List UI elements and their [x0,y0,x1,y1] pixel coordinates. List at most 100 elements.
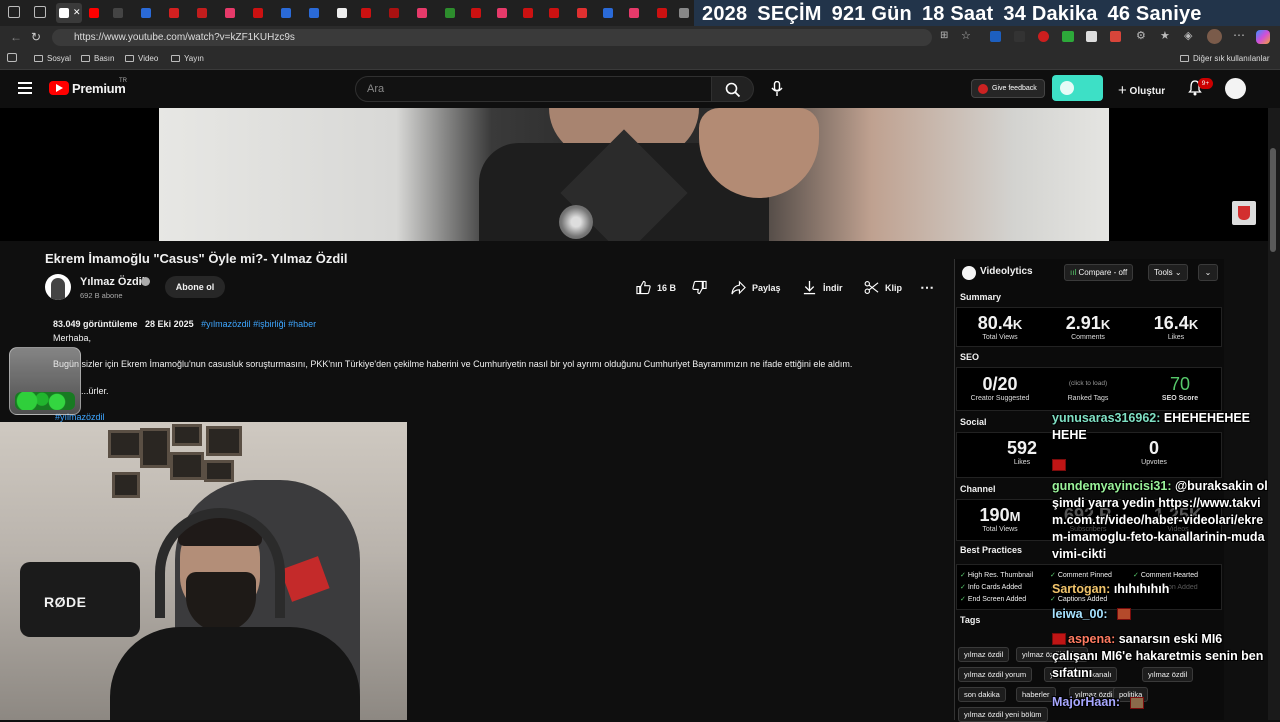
tab-favicon[interactable] [442,3,459,23]
youtube-logo-icon[interactable] [49,81,69,95]
tab-favicon[interactable] [222,3,239,23]
tab-favicon[interactable] [306,3,323,23]
collections-icon[interactable]: ◈ [1184,29,1192,42]
hamburger-menu-icon[interactable] [18,82,32,94]
extension-icon[interactable] [1014,31,1025,42]
channel-avatar[interactable] [45,274,71,300]
chat-username: Sartogan: [1052,582,1111,596]
tag-chip[interactable]: yılmaz özdil [958,647,1010,662]
like-button[interactable]: 16 B [636,280,676,295]
tab-favicon[interactable] [468,3,485,23]
create-button[interactable]: + Oluştur [1118,81,1166,99]
back-icon[interactable]: ← [10,30,22,44]
bookmark-folder-basin[interactable]: Basın [81,54,114,63]
tab-favicon[interactable] [654,3,671,23]
search-button[interactable] [712,76,754,102]
description-hashtags[interactable]: #yılmazözdil #işbirliği #haber [201,319,316,329]
tab-favicon[interactable] [626,3,643,23]
clip-button[interactable]: Klip [864,280,902,295]
create-label: Oluştur [1129,86,1166,97]
read-aloud-icon[interactable]: ⊞ [940,30,948,41]
give-feedback-button[interactable]: Give feedback [971,79,1045,98]
notification-badge: 9+ [1198,78,1213,89]
tag-chip[interactable]: yılmaz özdil yorum [958,667,1033,682]
bookmark-tabs-icon[interactable] [7,53,17,62]
other-bookmarks[interactable]: Diğer sık kullanılanlar [1180,54,1269,63]
extension-icon[interactable] [1110,31,1121,42]
compare-toggle-button[interactable]: ııl Compare - off [1064,264,1134,281]
tab-favicon[interactable] [494,3,511,23]
youtube-logo-text[interactable]: Premium [72,81,126,96]
countdown-minutes: 34 Dakika [1003,2,1098,25]
video-player[interactable] [159,108,1109,241]
subscribe-button[interactable]: Abone ol [165,276,225,298]
ranked-tags-hint[interactable]: (click to load) [1050,380,1126,387]
tag-chip[interactable]: son dakika [958,687,1006,702]
tab-favicon[interactable] [574,3,591,23]
extension-icon[interactable] [1062,31,1074,42]
download-button[interactable]: İndir [802,280,843,295]
account-avatar[interactable] [1225,78,1246,99]
tab-favicon[interactable] [110,3,127,23]
tab-favicon[interactable] [386,3,403,23]
tab-favicon[interactable] [166,3,183,23]
election-countdown-banner: 2028 SEÇİM 921 Gün 18 Saat 34 Dakika 46 … [694,0,1280,28]
tag-chip[interactable]: haberler [1016,687,1056,702]
share-button[interactable]: Paylaş [731,280,781,295]
scrollbar-thumb[interactable] [1270,148,1276,252]
likes-unit: K [1188,317,1199,332]
more-actions-icon[interactable]: ⋯ [920,279,934,296]
overlay-widget-icon[interactable] [1232,201,1256,225]
total-views-unit: K [1012,317,1023,332]
tab-favicon[interactable] [334,3,351,23]
extension-icon[interactable] [1038,31,1049,42]
tab-youtube[interactable] [86,3,103,23]
more-menu-icon[interactable]: ⋯ [1233,28,1245,42]
voice-search-button[interactable] [764,76,790,102]
bookmarks-bar: Sosyal Basın Video Yayın Diğer sık kulla… [0,48,1280,70]
tab-favicon[interactable] [358,3,375,23]
tab-actions-icon[interactable] [34,6,46,18]
search-input[interactable]: Ara [355,76,712,102]
tab-favicon[interactable] [520,3,537,23]
favorites-icon[interactable]: ★ [1160,29,1170,42]
tab-favicon[interactable] [414,3,431,23]
stat-ranked-tags[interactable]: (click to load) Ranked Tags [1050,380,1126,402]
tab-favicon[interactable] [676,3,693,23]
profile-avatar[interactable] [1207,29,1222,44]
channel-name[interactable]: Yılmaz Özdil [80,276,145,288]
tab-favicon[interactable] [138,3,155,23]
tab-favicon[interactable] [546,3,563,23]
bookmark-folder-video[interactable]: Video [125,54,158,63]
reload-icon[interactable]: ↻ [31,30,41,44]
ranked-tags-label: Ranked Tags [1067,395,1109,402]
tab-favicon[interactable] [600,3,617,23]
puzzle-icon[interactable]: ⚙ [1136,29,1146,42]
chat-message: aspena: sanarsın eski MI6 çalışanı MI6'e… [1052,631,1268,682]
tab-favicon[interactable] [278,3,295,23]
stat-total-views: 80.4K Total Views [962,313,1038,341]
window-menu-icon[interactable] [8,6,20,18]
tab-favicon[interactable] [194,3,211,23]
copilot-icon[interactable] [1256,30,1270,44]
upvotes-label[interactable]: Upvotes [1124,459,1184,466]
wall-photo [206,426,242,456]
url-field[interactable]: https://www.youtube.com/watch?v=kZF1KUHz… [52,29,932,46]
likes-value: 16.4 [1153,313,1189,333]
video-title: Ekrem İmamoğlu "Casus" Öyle mi?- Yılmaz … [45,251,348,266]
extension-icon[interactable] [1086,31,1097,42]
tab-favicon[interactable] [250,3,267,23]
favorite-star-icon[interactable]: ☆ [961,29,971,42]
extension-icon[interactable] [990,31,1001,42]
channel-heading: Channel [960,484,996,494]
tab-active[interactable]: ✕ [56,3,82,23]
chat-username: yunusaras316962: [1052,411,1161,425]
chat-username: leiwa_00: [1052,607,1108,621]
tools-dropdown[interactable]: Tools ⌄ [1148,264,1188,281]
bookmark-folder-sosyal[interactable]: Sosyal [34,54,71,63]
collapse-panel-button[interactable]: ⌄ [1198,264,1218,281]
bookmark-folder-yayin[interactable]: Yayın [171,54,204,63]
extension-toggle-button[interactable] [1052,75,1103,101]
chat-emote-icon [1052,459,1066,471]
dislike-button[interactable] [692,280,707,295]
